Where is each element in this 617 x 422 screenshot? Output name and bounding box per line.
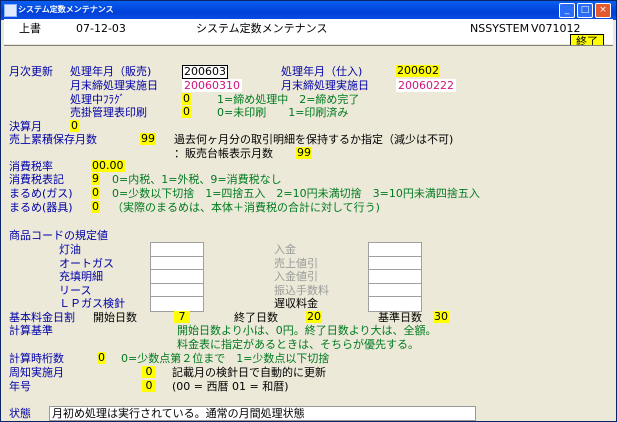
product-left-item: オートガス <box>59 257 114 270</box>
tax-notation-label: 消費税表記 <box>9 173 64 186</box>
calc-digits-label: 計算時桁数 <box>9 352 64 365</box>
sales-history-label: 売上累積保存月数 <box>9 133 97 146</box>
status-field: 月初め処理は実行されている。通常の月間処理状態 <box>49 406 476 421</box>
processing-flag-label: 処理中ﾌﾗｸﾞ <box>70 93 125 106</box>
purchase-month-label: 処理年月（仕入) <box>281 65 363 78</box>
product-codes-label: 商品コードの規定値 <box>9 229 108 242</box>
sales-history-desc: 過去何ヶ月分の取引明細を保持するか指定（減少は不可) <box>174 133 454 146</box>
end-days-label: 終了日数 <box>234 311 278 324</box>
system-id: NSSYSTEM <box>470 22 530 35</box>
product-right-item: 売上値引 <box>274 257 318 270</box>
purchase-close-date-label: 月末締処理実施日 <box>281 79 369 92</box>
app-icon <box>4 4 17 17</box>
main-panel: 月次更新 処理年月（販売) 200603 処理年月（仕入) 200602 月末締… <box>4 45 613 420</box>
ledger-months-input[interactable]: 99 <box>296 147 312 159</box>
sales-close-date-label: 月末締処理実施日 <box>70 79 158 92</box>
product-right-item: 入金値引 <box>274 270 318 283</box>
round-gas-desc: 0=少数以下切捨 1=四捨五入 2=10円未満切捨 3=10円未満四捨五入 <box>112 187 480 200</box>
product-right-item: 遅収料金 <box>274 297 318 310</box>
sales-close-date: 20060310 <box>182 79 242 92</box>
round-gas-label: まるめ(ガス) <box>9 187 73 200</box>
tax-rate-input[interactable]: 00.00 <box>91 160 125 172</box>
product-left-item: リース <box>59 284 92 297</box>
ledger-months-label: ：販売台帳表示月数 <box>174 147 273 160</box>
base-days-input[interactable]: 30 <box>433 311 449 323</box>
calc-digits-input[interactable]: 0 <box>97 352 106 364</box>
start-days-input[interactable]: 7 <box>174 311 190 323</box>
settlement-month-label: 決算月 <box>9 120 42 133</box>
calc-basis-label: 計算基準 <box>9 324 53 337</box>
notice-month-desc: 記載月の検針日で自動的に更新 <box>172 366 326 379</box>
title-bar: システム定数メンテナンス _ □ × <box>1 1 616 20</box>
tax-rate-label: 消費税率 <box>9 160 53 173</box>
product-left-item: ＬＰガス検針 <box>59 297 125 310</box>
notice-month-input[interactable]: 0 <box>142 366 156 378</box>
settlement-month-input[interactable]: 0 <box>70 120 79 132</box>
product-right-item: 入金 <box>274 243 296 256</box>
page-title: システム定数メンテナンス <box>196 22 328 35</box>
product-left-item: 灯油 <box>59 243 81 256</box>
notice-month-label: 周知実施月 <box>9 366 64 379</box>
header-bar: 上書 07-12-03 システム定数メンテナンス NSSYSTEM V07101… <box>4 19 613 44</box>
app-window: システム定数メンテナンス _ □ × 上書 07-12-03 システム定数メンテ… <box>0 0 617 422</box>
receivable-print-label: 売掛管理表印刷 <box>70 106 147 119</box>
product-right-item: 振込手数料 <box>274 284 329 297</box>
product-code-late-fee-input[interactable] <box>368 296 422 312</box>
maximize-icon[interactable]: □ <box>577 3 593 18</box>
sales-month-label: 処理年月（販売) <box>70 65 152 78</box>
monthly-section-label: 月次更新 <box>9 65 53 78</box>
calc-digits-desc: 0=少数点第２位まで 1=少数点以下切捨 <box>121 352 330 365</box>
sales-month-input[interactable]: 200603 <box>182 65 228 79</box>
processing-flag-input[interactable]: 0 <box>182 93 191 105</box>
tax-notation-input[interactable]: 9 <box>91 173 100 185</box>
round-equip-label: まるめ(器具) <box>9 201 73 214</box>
processing-flag-desc: 1=締め処理中 2=締め完了 <box>217 93 360 106</box>
calc-basis-desc-1: 開始日数より小は、0円。終了日数より大は、全額。 <box>177 324 437 337</box>
tax-notation-desc: 0=内税、1=外税、9=消費税なし <box>112 173 282 186</box>
round-equip-input[interactable]: 0 <box>91 201 100 213</box>
status-label: 状態 <box>9 407 31 420</box>
base-days-label: 基準日数 <box>378 311 422 324</box>
receivable-print-input[interactable]: 0 <box>182 106 191 118</box>
era-label: 年号 <box>9 380 31 393</box>
window-title: システム定数メンテナンス <box>18 5 114 14</box>
era-input[interactable]: 0 <box>142 380 156 392</box>
status-text: 月初め処理は実行されている。通常の月間処理状態 <box>52 407 305 420</box>
purchase-month-input[interactable]: 200602 <box>396 65 440 77</box>
round-equip-desc: （実際のまるめは、本体＋消費税の合計に対して行う) <box>112 201 380 214</box>
round-gas-input[interactable]: 0 <box>91 187 100 199</box>
basic-fee-label: 基本料金日割 <box>9 311 75 324</box>
edit-mode: 上書 <box>19 22 41 35</box>
end-days-input[interactable]: 20 <box>306 311 322 323</box>
product-left-item: 充填明細 <box>59 270 103 283</box>
product-code-lpgas-input[interactable] <box>150 296 204 312</box>
minimize-icon[interactable]: _ <box>559 3 575 18</box>
calc-basis-desc-2: 料金表に指定があるときは、そちらが優先する。 <box>177 338 419 351</box>
close-icon[interactable]: × <box>595 3 611 18</box>
era-desc: (00 = 西暦 01 = 和暦) <box>172 380 289 393</box>
current-date: 07-12-03 <box>76 22 126 35</box>
receivable-print-desc: 0=未印刷 1=印刷済み <box>217 106 349 119</box>
sales-history-input[interactable]: 99 <box>140 133 156 145</box>
start-days-label: 開始日数 <box>93 311 137 324</box>
purchase-close-date: 20060222 <box>396 79 456 92</box>
